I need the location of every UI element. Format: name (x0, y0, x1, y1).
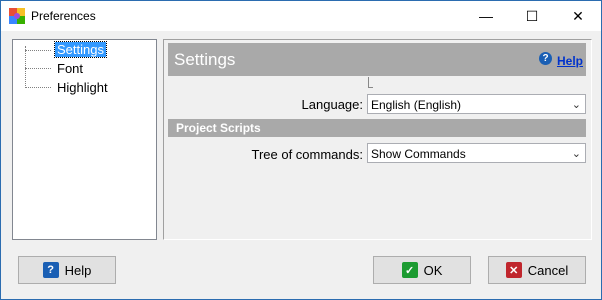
language-select-value: English (English) (371, 98, 462, 112)
help-button[interactable]: ? Help (18, 256, 116, 284)
help-icon: ? (42, 262, 59, 278)
settings-header-title: Settings (174, 50, 236, 69)
tree-item-font[interactable]: Font (55, 61, 85, 76)
check-icon: ✓ (401, 262, 418, 278)
section-title: Project Scripts (176, 121, 261, 135)
help-link[interactable]: Help (557, 54, 583, 68)
title-bar: Preferences — ☐ ✕ (1, 1, 601, 31)
project-scripts-section: Project Scripts (168, 119, 586, 137)
tree-item-highlight[interactable]: Highlight (55, 80, 110, 95)
ok-button[interactable]: ✓ OK (373, 256, 471, 284)
ok-button-label: OK (423, 262, 443, 278)
language-select[interactable]: English (English) ⌄ (367, 94, 586, 114)
language-label: Language: (301, 97, 363, 112)
window-title: Preferences (31, 9, 96, 23)
divider-mark (368, 77, 373, 88)
tree-line (25, 46, 26, 88)
x-icon: ✕ (505, 262, 522, 278)
settings-header: Settings ? Help (168, 43, 586, 76)
close-icon[interactable]: ✕ (555, 1, 601, 31)
tree-of-commands-value: Show Commands (371, 147, 466, 161)
help-circle-icon[interactable]: ? (539, 52, 552, 65)
tree-connector (25, 50, 51, 52)
cancel-button-label: Cancel (527, 262, 569, 278)
maximize-icon[interactable]: ☐ (509, 1, 555, 31)
app-icon (9, 8, 25, 24)
tree-of-commands-select[interactable]: Show Commands ⌄ (367, 143, 586, 163)
preferences-tree[interactable]: Settings Font Highlight (12, 39, 157, 240)
chevron-down-icon: ⌄ (571, 148, 581, 160)
tree-item-settings[interactable]: Settings (54, 41, 107, 58)
minimize-icon[interactable]: — (463, 1, 509, 31)
tree-connector (25, 87, 51, 89)
preferences-window: Preferences — ☐ ✕ Settings Font Highligh… (0, 0, 602, 300)
tree-of-commands-label: Tree of commands: (251, 147, 363, 162)
chevron-down-icon: ⌄ (571, 99, 581, 111)
help-button-label: Help (64, 262, 92, 278)
cancel-button[interactable]: ✕ Cancel (488, 256, 586, 284)
tree-connector (25, 68, 51, 70)
